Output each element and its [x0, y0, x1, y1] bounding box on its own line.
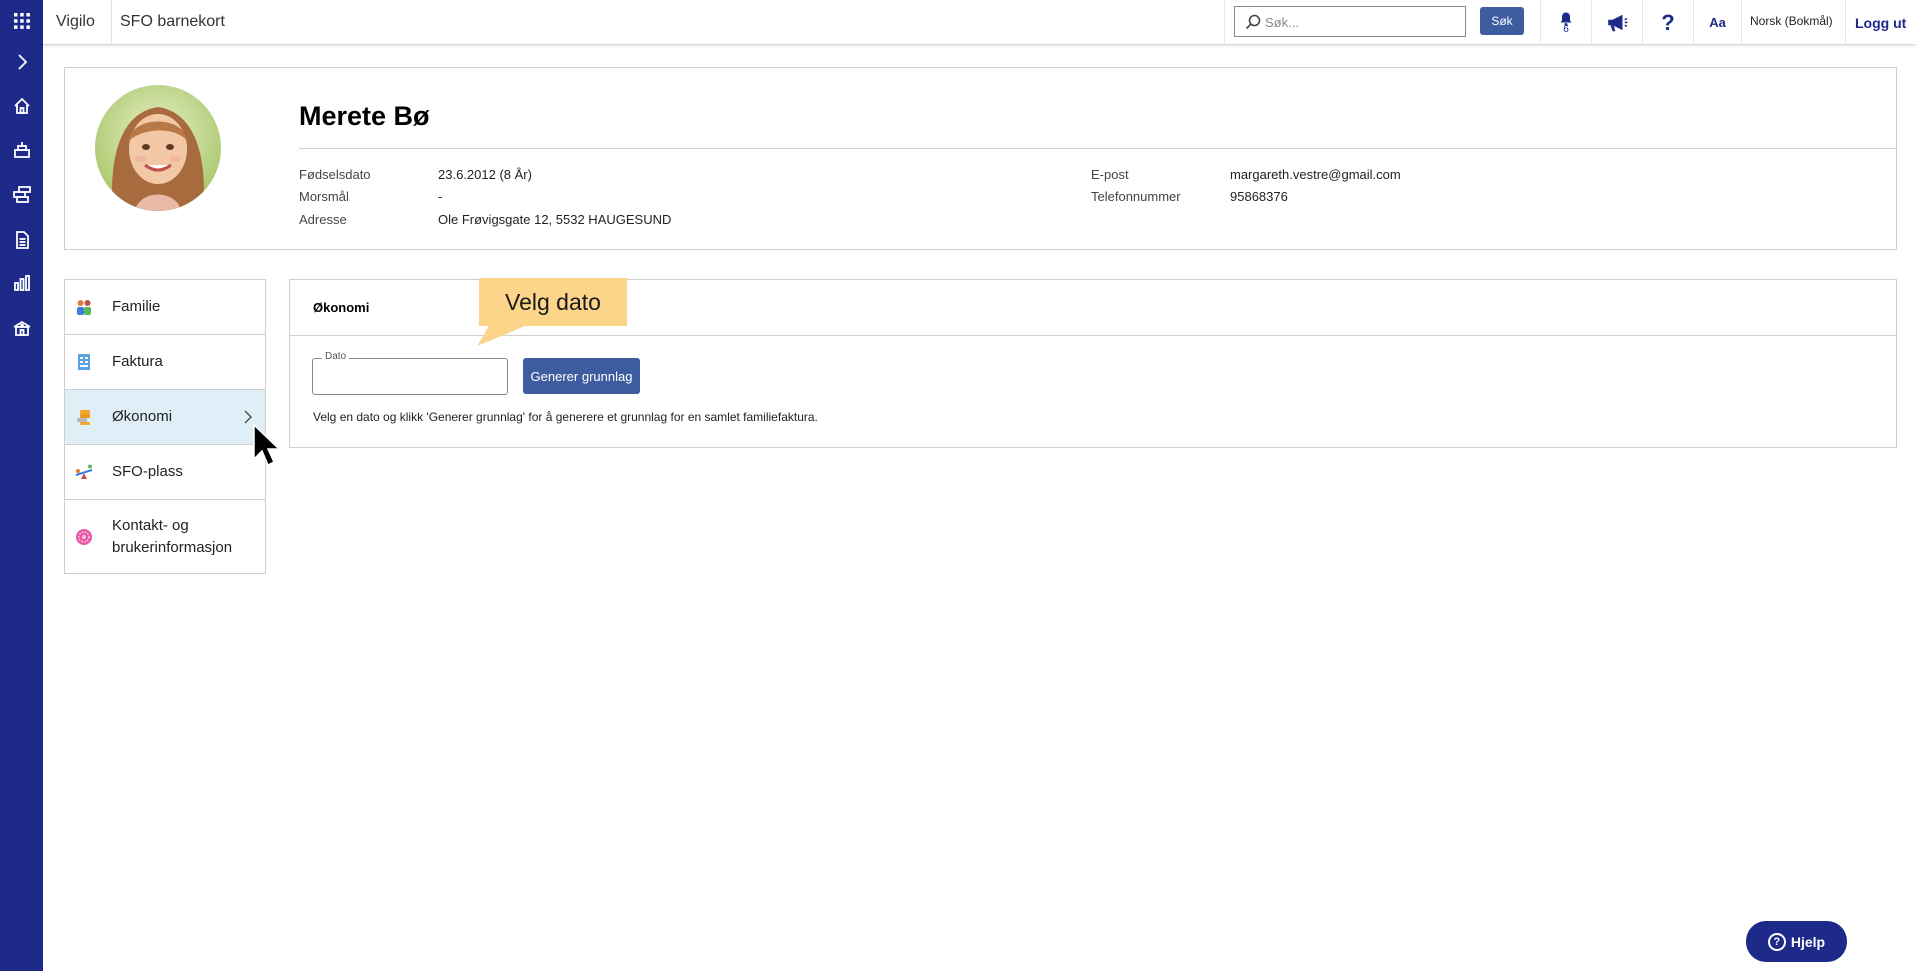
date-field[interactable]: Dato: [312, 351, 508, 395]
help-question-icon[interactable]: ?: [1643, 0, 1693, 45]
side-item-faktura[interactable]: Faktura: [65, 335, 265, 390]
phone-label: Telefonnummer: [1091, 189, 1181, 204]
email-value: margareth.vestre@gmail.com: [1230, 167, 1401, 182]
search-button[interactable]: Søk: [1480, 7, 1524, 35]
topbar-divider: [1845, 0, 1846, 45]
announcements-button[interactable]: [1592, 0, 1642, 45]
seesaw-icon: [75, 464, 93, 479]
side-item-kontakt[interactable]: Kontakt- og brukerinformasjon: [65, 500, 265, 573]
notification-count: 6: [1563, 24, 1569, 35]
panel-help-text: Velg en dato og klikk 'Generer grunnlag'…: [313, 410, 818, 424]
app-title: SFO barnekort: [120, 13, 225, 30]
side-item-label: Kontakt- og brukerinformasjon: [112, 516, 233, 556]
side-item-familie[interactable]: Familie: [65, 280, 265, 335]
side-item-label: Faktura: [112, 353, 163, 370]
megaphone-icon: [1608, 14, 1628, 31]
class-icon[interactable]: [0, 134, 43, 166]
top-bar: Vigilo SFO barnekort Søk 6 ? Aa Norsk (B…: [43, 0, 1916, 45]
mouse-cursor-icon: [253, 423, 281, 467]
home-icon[interactable]: [0, 90, 43, 122]
topbar-divider: [1224, 0, 1225, 45]
contact-icon: [76, 528, 92, 545]
side-item-label: SFO-plass: [112, 463, 183, 480]
finance-coins-icon[interactable]: [0, 178, 43, 210]
profile-card: Merete Bø Fødselsdato 23.6.2012 (8 År) M…: [64, 67, 1897, 250]
brand-divider: [111, 0, 112, 45]
side-item-label: Familie: [112, 298, 161, 315]
phone-value: 95868376: [1230, 189, 1288, 204]
language-selector[interactable]: Norsk (Bokmål): [1750, 14, 1833, 28]
panel-title: Økonomi: [313, 300, 370, 315]
coins-icon: [77, 410, 90, 425]
generate-basis-button[interactable]: Generer grunnlag: [523, 358, 640, 394]
expand-chevron-icon[interactable]: [0, 46, 43, 78]
mother-tongue-label: Morsmål: [299, 189, 349, 204]
birthdate-value: 23.6.2012 (8 År): [438, 167, 532, 182]
search-field[interactable]: [1234, 6, 1466, 37]
avatar: [95, 85, 221, 211]
guide-callout: Velg dato: [479, 278, 627, 326]
address-value: Ole Frøvigsgate 12, 5532 HAUGESUND: [438, 212, 672, 227]
birthdate-label: Fødselsdato: [299, 167, 371, 182]
profile-name: Merete Bø: [299, 101, 430, 131]
bar-chart-icon[interactable]: [0, 267, 43, 299]
search-input[interactable]: [1265, 11, 1460, 33]
font-size-button[interactable]: Aa: [1694, 0, 1741, 45]
side-item-okonomi[interactable]: Økonomi: [65, 390, 265, 445]
help-circle-icon: ?: [1767, 932, 1786, 951]
left-rail: [0, 0, 43, 971]
topbar-divider: [1741, 0, 1742, 45]
side-item-sfo-plass[interactable]: SFO-plass: [65, 445, 265, 500]
side-menu: Familie Faktura Økonomi SFO-plass Kontak…: [64, 279, 266, 574]
side-item-label: Økonomi: [112, 408, 173, 425]
document-icon[interactable]: [0, 224, 43, 256]
search-icon: [1245, 14, 1261, 30]
chevron-right-icon: [244, 410, 253, 424]
school-building-icon[interactable]: [0, 312, 43, 344]
invoice-icon: [78, 354, 90, 370]
email-label: E-post: [1091, 167, 1129, 182]
apps-grid-icon[interactable]: [0, 5, 43, 37]
help-button-label: Hjelp: [1790, 933, 1826, 950]
mother-tongue-value: -: [438, 189, 443, 204]
profile-divider: [299, 148, 1897, 149]
family-icon: [77, 300, 91, 315]
panel-divider: [290, 335, 1896, 336]
notifications-button[interactable]: 6: [1541, 0, 1591, 45]
address-label: Adresse: [299, 212, 347, 227]
logout-link[interactable]: Logg ut: [1855, 15, 1906, 31]
brand-logo-text[interactable]: Vigilo: [56, 13, 95, 31]
date-label: Dato: [322, 351, 350, 362]
help-button[interactable]: ? Hjelp: [1746, 921, 1847, 962]
